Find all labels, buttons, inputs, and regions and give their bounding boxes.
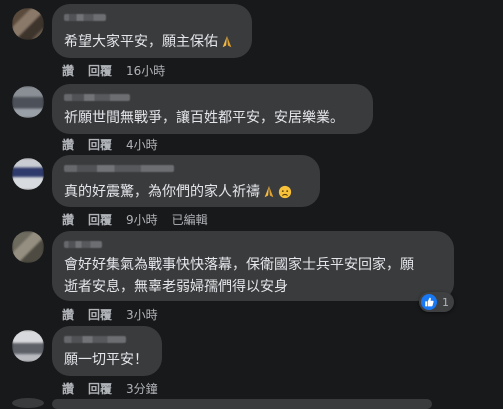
avatar[interactable] bbox=[12, 231, 44, 263]
like-button[interactable]: 讚 bbox=[62, 382, 74, 396]
comment-text-line: 逝者安息，無辜老弱婦孺們得以安身 bbox=[64, 279, 288, 295]
avatar[interactable] bbox=[12, 86, 44, 118]
comment-text: 願一切平安！ bbox=[64, 352, 148, 368]
comment-actions: 讚回覆 3小時 bbox=[62, 306, 172, 323]
author-name[interactable] bbox=[64, 336, 126, 343]
author-name[interactable] bbox=[64, 165, 174, 172]
next-comment-partial bbox=[12, 398, 44, 408]
comment-bubble: 真的好震驚，為你們的家人祈禱 bbox=[52, 155, 320, 207]
next-comment-bubble-partial bbox=[52, 399, 432, 409]
avatar[interactable] bbox=[12, 330, 44, 362]
like-button[interactable]: 讚 bbox=[62, 138, 74, 152]
sad-face-icon bbox=[278, 185, 292, 205]
reply-button[interactable]: 回覆 bbox=[88, 382, 112, 396]
comment-text-line: 會好好集氣為戰事快快落幕，保衛國家士兵平安回家，願 bbox=[64, 257, 414, 273]
comment: 希望大家平安，願主保佑 讚回覆 16小時 bbox=[0, 0, 503, 80]
reaction-count-badge[interactable]: 1 bbox=[419, 292, 454, 312]
like-icon bbox=[421, 294, 437, 310]
reaction-count: 1 bbox=[442, 295, 449, 309]
author-name[interactable] bbox=[64, 94, 130, 101]
timestamp[interactable]: 16小時 bbox=[126, 64, 165, 78]
comment-actions: 讚回覆 3分鐘 bbox=[62, 380, 172, 397]
avatar[interactable] bbox=[12, 8, 44, 40]
timestamp[interactable]: 3分鐘 bbox=[126, 382, 158, 396]
reply-button[interactable]: 回覆 bbox=[88, 138, 112, 152]
avatar[interactable] bbox=[12, 158, 44, 190]
like-button[interactable]: 讚 bbox=[62, 64, 74, 78]
timestamp[interactable]: 3小時 bbox=[126, 308, 158, 322]
author-name[interactable] bbox=[64, 14, 106, 21]
comment-bubble: 願一切平安！ bbox=[52, 326, 162, 376]
like-button[interactable]: 讚 bbox=[62, 308, 74, 322]
comment-text: 祈願世間無戰爭，讓百姓都平安，安居樂業。 bbox=[64, 110, 344, 126]
reply-button[interactable]: 回覆 bbox=[88, 308, 112, 322]
comment: 會好好集氣為戰事快快落幕，保衛國家士兵平安回家，願 逝者安息，無辜老弱婦孺們得以… bbox=[0, 225, 503, 325]
folded-hands-icon bbox=[220, 35, 234, 55]
comment-actions: 讚回覆 16小時 bbox=[62, 62, 179, 79]
comment: 真的好震驚，為你們的家人祈禱 讚回覆 9小時 已編輯 bbox=[0, 152, 503, 232]
comment-text: 希望大家平安，願主保佑 bbox=[64, 32, 234, 55]
comment-actions: 讚回覆 4小時 bbox=[62, 136, 172, 153]
comment-bubble: 會好好集氣為戰事快快落幕，保衛國家士兵平安回家，願 逝者安息，無辜老弱婦孺們得以… bbox=[52, 231, 454, 301]
comment-bubble: 祈願世間無戰爭，讓百姓都平安，安居樂業。 bbox=[52, 84, 373, 134]
comment: 願一切平安！ 讚回覆 3分鐘 bbox=[0, 322, 503, 403]
comment-text: 真的好震驚，為你們的家人祈禱 bbox=[64, 182, 292, 205]
author-name[interactable] bbox=[64, 241, 102, 248]
folded-hands-icon bbox=[262, 185, 276, 205]
comment: 祈願世間無戰爭，讓百姓都平安，安居樂業。 讚回覆 4小時 bbox=[0, 80, 503, 160]
comment-bubble: 希望大家平安，願主保佑 bbox=[52, 4, 252, 58]
reply-button[interactable]: 回覆 bbox=[88, 64, 112, 78]
timestamp[interactable]: 4小時 bbox=[126, 138, 158, 152]
